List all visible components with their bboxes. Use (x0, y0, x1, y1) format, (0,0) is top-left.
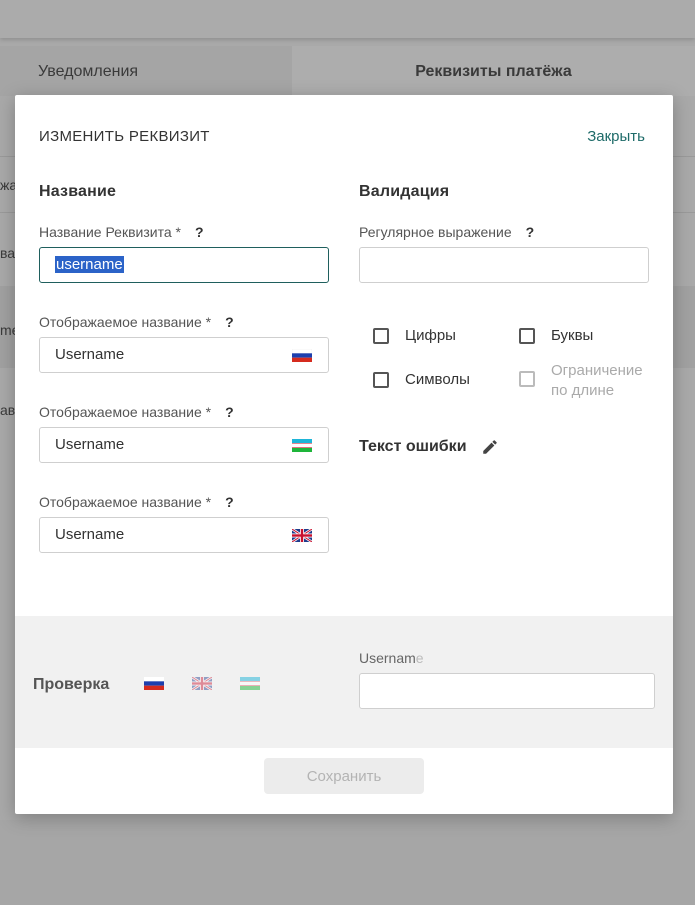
requisite-name-input[interactable]: username (39, 247, 329, 283)
background-text-fragment: ва (0, 245, 16, 261)
display-name-value: Username (55, 436, 125, 453)
checkbox-label-length-limit: Ограничение по длине (551, 361, 643, 401)
background-text-fragment: ав (0, 402, 16, 418)
checkbox-label-symbols: Символы (405, 371, 470, 388)
checkbox-box[interactable] (519, 371, 535, 387)
letters-checkbox[interactable]: Буквы (519, 327, 593, 344)
symbols-checkbox[interactable]: Символы (373, 371, 470, 388)
error-text-label: Текст ошибки (359, 438, 467, 455)
tab-notifications: Уведомления (0, 46, 292, 96)
check-field-label: Username (359, 650, 424, 666)
name-section-title: Название (39, 183, 117, 200)
help-icon[interactable]: ? (526, 224, 535, 240)
length-limit-checkbox[interactable]: Ограничение по длине (519, 361, 643, 401)
requisite-name-label-text: Название Реквизита * (39, 224, 181, 240)
requisite-name-label: Название Реквизита *? (39, 224, 204, 240)
help-icon[interactable]: ? (225, 314, 234, 330)
uzbekistan-flag-icon[interactable] (292, 439, 312, 452)
close-link[interactable]: Закрыть (587, 128, 645, 145)
help-icon[interactable]: ? (225, 404, 234, 420)
display-name-label-text: Отображаемое название * (39, 404, 212, 420)
background-footer (0, 820, 695, 905)
display-name-label-text: Отображаемое название * (39, 314, 212, 330)
length-limit-line2: по длине (551, 382, 615, 399)
digits-checkbox[interactable]: Цифры (373, 327, 456, 344)
tab-payment-details: Реквизиты платёжа (292, 46, 695, 96)
display-name-input-uz[interactable]: Username (39, 427, 329, 463)
modal-title: ИЗМЕНИТЬ РЕКВИЗИТ (39, 128, 210, 145)
check-label: Проверка (33, 676, 110, 693)
checkbox-box[interactable] (373, 371, 389, 388)
edit-requisite-modal: ИЗМЕНИТЬ РЕКВИЗИТ Закрыть Название Назва… (15, 95, 673, 814)
check-field-label-fade: e (415, 650, 424, 666)
help-icon[interactable]: ? (225, 494, 234, 510)
uk-flag-icon[interactable] (192, 677, 212, 690)
check-input[interactable] (359, 673, 655, 709)
check-field-label-main: Usernam (359, 650, 416, 666)
background-topbar (0, 0, 695, 38)
error-text-row: Текст ошибки (359, 438, 499, 456)
russia-flag-icon[interactable] (292, 349, 312, 362)
display-name-label-uz: Отображаемое название *? (39, 404, 234, 420)
background-tabs: Уведомления Реквизиты платёжа (0, 46, 695, 96)
checkbox-label-letters: Буквы (551, 327, 594, 344)
regex-label: Регулярное выражение? (359, 224, 534, 240)
check-panel: Проверка Username (15, 616, 673, 748)
save-button[interactable]: Сохранить (264, 758, 424, 794)
help-icon[interactable]: ? (195, 224, 204, 240)
display-name-label-ru: Отображаемое название *? (39, 314, 234, 330)
pencil-icon[interactable] (481, 438, 499, 456)
checkbox-label-digits: Цифры (405, 327, 456, 344)
display-name-value: Username (55, 346, 125, 363)
display-name-label-text: Отображаемое название * (39, 494, 212, 510)
checkbox-box[interactable] (519, 327, 535, 344)
display-name-label-en: Отображаемое название *? (39, 494, 234, 510)
regex-input[interactable] (359, 247, 649, 283)
uk-flag-icon[interactable] (292, 529, 312, 542)
checkbox-box[interactable] (373, 327, 389, 344)
uzbekistan-flag-icon[interactable] (240, 677, 260, 690)
length-limit-line1: Ограничение (551, 362, 643, 379)
regex-label-text: Регулярное выражение (359, 224, 512, 240)
russia-flag-icon[interactable] (144, 677, 164, 690)
display-name-value: Username (55, 526, 125, 543)
display-name-input-ru[interactable]: Username (39, 337, 329, 373)
requisite-name-value: username (55, 256, 124, 273)
display-name-input-en[interactable]: Username (39, 517, 329, 553)
validation-section-title: Валидация (359, 183, 450, 200)
